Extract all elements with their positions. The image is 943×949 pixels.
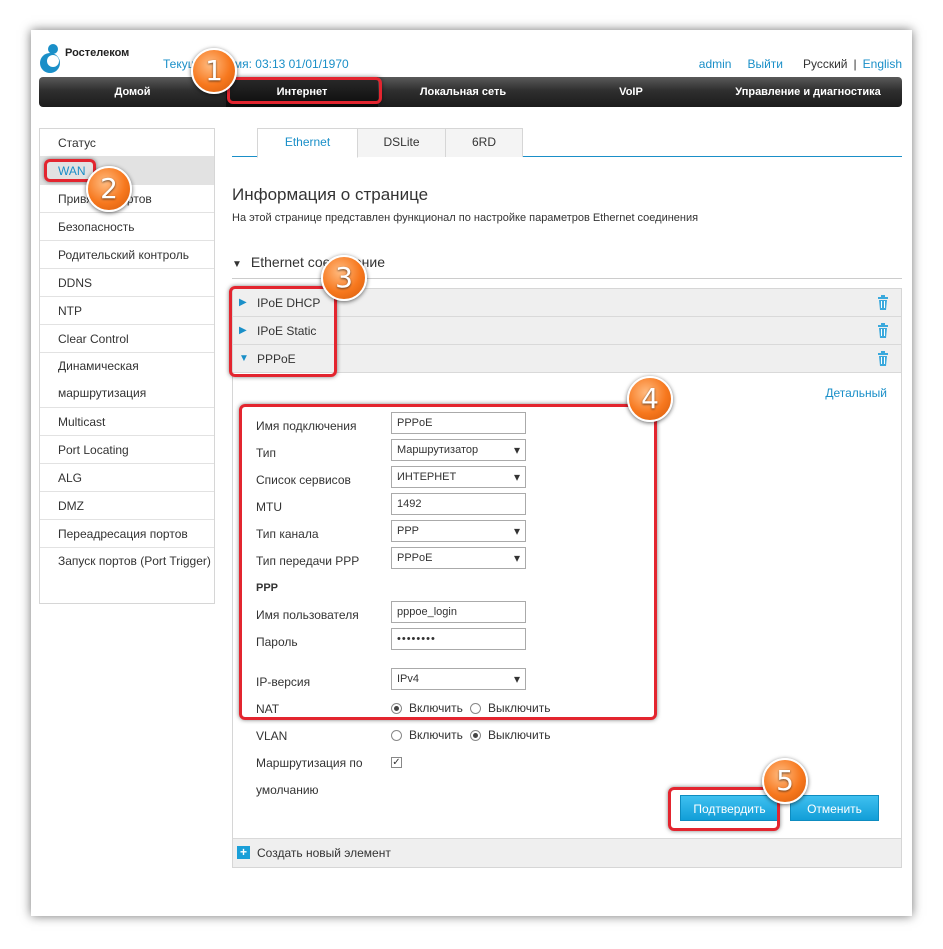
main-nav: Домой Интернет Локальная сеть VoIP Управ…: [39, 77, 902, 107]
sidebar-item-port-locating[interactable]: Port Locating: [40, 436, 214, 464]
detail-link[interactable]: Детальный: [825, 386, 887, 400]
radio-dot: [391, 729, 402, 741]
sidebar-item-dynamic-routing[interactable]: Динамическая маршрутизация: [40, 353, 214, 408]
step-badge-1: 1: [191, 48, 237, 94]
vlan-disable-radio[interactable]: Выключить: [470, 728, 550, 742]
browser-page: Ростелеком Текущее время: 03:13 01/01/19…: [31, 30, 912, 916]
radio-dot: [470, 729, 481, 741]
step-badge-2: 2: [86, 166, 132, 212]
collapse-icon: ▼: [232, 259, 242, 270]
sidebar-item-multicast[interactable]: Multicast: [40, 408, 214, 436]
lang-russian[interactable]: Русский: [803, 57, 848, 71]
vlan-enable-radio[interactable]: Включить: [391, 728, 463, 742]
nav-voip[interactable]: VoIP: [548, 77, 714, 107]
create-new-row[interactable]: + Создать новый элемент: [233, 839, 901, 867]
top-links: admin Выйти Русский | English: [699, 57, 902, 71]
highlight-form: [239, 404, 657, 720]
sidebar-item-security[interactable]: Безопасность: [40, 213, 214, 241]
sidebar-item-status[interactable]: Статус: [40, 129, 214, 157]
tab-dslite[interactable]: DSLite: [357, 128, 446, 157]
wan-tabs: Ethernet DSLite 6RD: [232, 128, 902, 158]
highlight-confirm: [668, 787, 780, 831]
plus-icon: +: [237, 846, 250, 859]
lang-english[interactable]: English: [863, 57, 902, 71]
user-link[interactable]: admin: [699, 57, 732, 71]
trash-icon[interactable]: [877, 351, 889, 366]
sidebar-item-port-trigger[interactable]: Запуск портов (Port Trigger): [40, 548, 214, 603]
vlan-label: VLAN: [256, 729, 288, 743]
create-new-label: Создать новый элемент: [257, 846, 391, 860]
sidebar-item-alg[interactable]: ALG: [40, 464, 214, 492]
step-badge-4: 4: [627, 376, 673, 422]
highlight-internet-tab: [227, 77, 382, 104]
default-route-label-2: умолчанию: [256, 783, 319, 797]
logout-link[interactable]: Выйти: [747, 57, 783, 71]
page-title: Информация о странице: [232, 185, 429, 204]
rostelecom-logo: Ростелеком: [39, 40, 129, 76]
sidebar-item-clear-control[interactable]: Clear Control: [40, 325, 214, 353]
trash-icon[interactable]: [877, 323, 889, 338]
step-badge-5: 5: [762, 758, 808, 804]
radio-label: Выключить: [488, 728, 551, 742]
cancel-button[interactable]: Отменить: [790, 795, 879, 821]
sidebar-item-ntp[interactable]: NTP: [40, 297, 214, 325]
default-route-checkbox[interactable]: ✓: [391, 757, 402, 768]
sidebar-item-ddns[interactable]: DDNS: [40, 269, 214, 297]
sidebar-item-parental-control[interactable]: Родительский контроль: [40, 241, 214, 269]
sidebar-item-dmz[interactable]: DMZ: [40, 492, 214, 520]
tab-ethernet[interactable]: Ethernet: [257, 128, 358, 158]
default-route-label: Маршрутизация по: [256, 756, 363, 770]
tab-6rd[interactable]: 6RD: [445, 128, 523, 157]
tabs-spacer: [232, 128, 258, 157]
sidebar-item-port-forwarding[interactable]: Переадресация портов: [40, 520, 214, 548]
step-badge-3: 3: [321, 255, 367, 301]
logo-icon: [39, 41, 63, 75]
lang-separator: |: [853, 57, 857, 71]
trash-icon[interactable]: [877, 295, 889, 310]
nav-management[interactable]: Управление и диагностика: [714, 77, 902, 107]
logo-text: Ростелеком: [65, 47, 130, 59]
highlight-connections: [229, 286, 337, 377]
radio-label: Включить: [409, 728, 463, 742]
page-description: На этой странице представлен функционал …: [232, 212, 699, 224]
nav-local-network[interactable]: Локальная сеть: [378, 77, 548, 107]
